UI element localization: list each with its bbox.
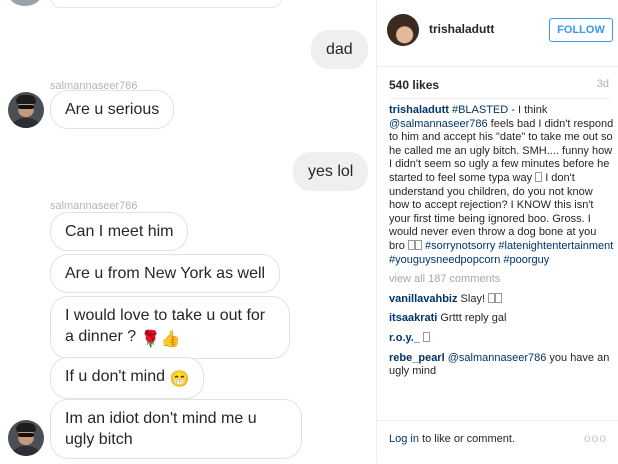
- message-bubble-received: Are u from New York as well: [50, 254, 281, 293]
- message-text: Are u from New York as well: [65, 265, 266, 282]
- rose-icon: 🌹: [140, 331, 161, 348]
- comment-username[interactable]: vanillavahbiz: [389, 293, 457, 305]
- likes-count[interactable]: 540 likes: [389, 78, 439, 92]
- missing-glyph-icon: [495, 292, 503, 303]
- message-bubble-received: Im an idiot don't mind me u ugly bitch: [50, 399, 302, 459]
- message-thread: dad salmannaseer786 Are u serious yes lo…: [0, 0, 370, 463]
- login-link[interactable]: Log in: [389, 433, 419, 445]
- message-bubble-sent: yes lol: [293, 152, 369, 191]
- view-all-comments-link[interactable]: view all 187 comments: [389, 273, 615, 287]
- profile-avatar[interactable]: [387, 14, 419, 46]
- login-prompt: Log in to like or comment.: [389, 433, 515, 445]
- post-age[interactable]: 3d: [597, 78, 609, 90]
- message-bubble-sent: dad: [311, 30, 368, 69]
- message-text: If u don't mind: [65, 368, 165, 385]
- caption: trishaladutt #BLASTED - I think @salmann…: [389, 104, 615, 267]
- message-bubble-received: I would love to take u out for a dinner …: [50, 296, 290, 359]
- message-text: yes lol: [308, 163, 354, 180]
- message-text: Are u serious: [65, 101, 160, 118]
- comment-username[interactable]: r.o.y._: [389, 332, 420, 344]
- sender-avatar[interactable]: [8, 92, 44, 128]
- mention-link[interactable]: @salmannaseer786: [448, 352, 547, 364]
- login-prompt-text: to like or comment.: [418, 433, 515, 445]
- message-bubble-received: Are u serious: [50, 90, 175, 129]
- comment-list: trishaladutt #BLASTED - I think @salmann…: [389, 104, 615, 385]
- thumbs-up-icon: 👍: [160, 331, 181, 348]
- comment-username[interactable]: itsaakrati: [389, 312, 437, 324]
- post-panel: trishaladutt FOLLOW 540 likes 3d trishal…: [376, 0, 618, 463]
- comment: itsaakrati Grttt reply gal: [389, 312, 615, 326]
- missing-glyph-icon: [407, 239, 415, 250]
- hashtag-links[interactable]: #sorrynotsorry #latenightentertainment #…: [389, 240, 613, 266]
- comment-text: Slay!: [460, 292, 489, 305]
- grinning-face-icon: 😁: [169, 371, 190, 388]
- comment-username[interactable]: rebe_pearl: [389, 352, 445, 364]
- caption-text: - I think: [508, 104, 548, 116]
- profile-username[interactable]: trishaladutt: [429, 22, 494, 36]
- comment: vanillavahbiz Slay!: [389, 292, 615, 307]
- missing-glyph-icon: [488, 292, 496, 303]
- more-options-icon[interactable]: ooo: [584, 431, 607, 445]
- comment-text: Grttt reply gal: [440, 312, 507, 325]
- sender-name: salmannaseer786: [50, 200, 138, 212]
- follow-button[interactable]: FOLLOW: [549, 18, 613, 42]
- message-bubble-cut-off: [50, 0, 282, 8]
- divider: [389, 98, 611, 99]
- missing-glyph-icon: [414, 239, 422, 250]
- message-bubble-received: Can I meet him: [50, 212, 189, 251]
- comment: rebe_pearl @salmannaseer786 you have an …: [389, 352, 615, 379]
- mention-link[interactable]: @salmannaseer786: [389, 118, 488, 130]
- message-text: Can I meet him: [65, 223, 174, 240]
- avatar: [8, 0, 42, 6]
- message-text: dad: [326, 41, 353, 58]
- comment: r.o.y._: [389, 331, 615, 346]
- hashtag-link[interactable]: #BLASTED: [452, 104, 508, 116]
- sender-avatar[interactable]: [8, 420, 44, 456]
- message-bubble-received: If u don't mind 😁: [50, 357, 205, 399]
- missing-glyph-icon: [423, 331, 431, 342]
- post-footer: Log in to like or comment. ooo: [377, 420, 618, 464]
- post-header: trishaladutt FOLLOW: [377, 0, 618, 67]
- message-text: Im an idiot don't mind me u ugly bitch: [65, 410, 257, 448]
- caption-username[interactable]: trishaladutt: [389, 104, 449, 116]
